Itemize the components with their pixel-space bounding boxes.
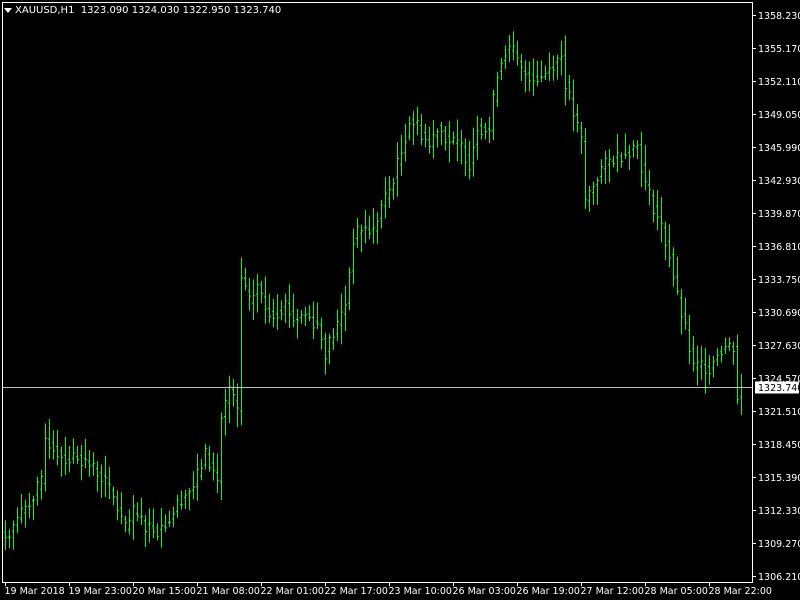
price-tick-label: 1306.210 xyxy=(758,572,800,583)
ohlc-values: 1323.090 1324.030 1322.950 1323.740 xyxy=(80,5,282,16)
price-tick-label: 1312.330 xyxy=(758,506,800,517)
time-tick-label: 28 Mar 05:00 xyxy=(645,586,708,597)
time-tick-label: 19 Mar 23:00 xyxy=(69,586,132,597)
price-tick-label: 1321.510 xyxy=(758,407,800,418)
price-tick-label: 1318.450 xyxy=(758,440,800,451)
time-tick-label: 22 Mar 01:00 xyxy=(261,586,324,597)
price-tick-label: 1345.990 xyxy=(758,143,800,154)
price-tick-label: 1358.230 xyxy=(758,11,800,22)
current-price-tag: 1323.740 xyxy=(755,381,800,394)
time-tick-label: 20 Mar 15:00 xyxy=(133,586,196,597)
time-tick-label: 23 Mar 10:00 xyxy=(389,586,452,597)
price-tick-label: 1327.630 xyxy=(758,341,800,352)
price-tick-label: 1355.170 xyxy=(758,44,800,55)
time-tick-label: 28 Mar 22:00 xyxy=(709,586,772,597)
time-tick-label: 27 Mar 12:00 xyxy=(581,586,644,597)
time-tick-label: 19 Mar 2018 xyxy=(5,586,65,597)
price-tick-label: 1342.930 xyxy=(758,176,800,187)
time-tick-label: 26 Mar 03:00 xyxy=(453,586,516,597)
price-tick-label: 1309.270 xyxy=(758,539,800,550)
price-tick-label: 1330.690 xyxy=(758,308,800,319)
price-tick-label: 1336.810 xyxy=(758,242,800,253)
current-price-label: 1323.740 xyxy=(758,383,800,394)
time-tick-label: 26 Mar 19:00 xyxy=(517,586,580,597)
symbol-header[interactable]: XAUUSD,H1 1323.090 1324.030 1322.950 132… xyxy=(4,5,281,16)
time-tick-label: 22 Mar 17:00 xyxy=(325,586,388,597)
price-chart[interactable]: 1358.230 1355.170 1352.110 1349.050 1345.990… xyxy=(0,0,800,600)
price-tick-label: 1315.390 xyxy=(758,473,800,484)
price-tick-label: 1333.750 xyxy=(758,275,800,286)
time-tick-label: 21 Mar 08:00 xyxy=(197,586,260,597)
symbol-label: XAUUSD,H1 xyxy=(15,5,75,16)
price-tick-label: 1349.050 xyxy=(758,110,800,121)
dropdown-arrow-icon[interactable] xyxy=(4,7,12,13)
chart-background xyxy=(0,0,800,600)
price-tick-label: 1352.110 xyxy=(758,77,800,88)
price-tick-label: 1339.870 xyxy=(758,209,800,220)
